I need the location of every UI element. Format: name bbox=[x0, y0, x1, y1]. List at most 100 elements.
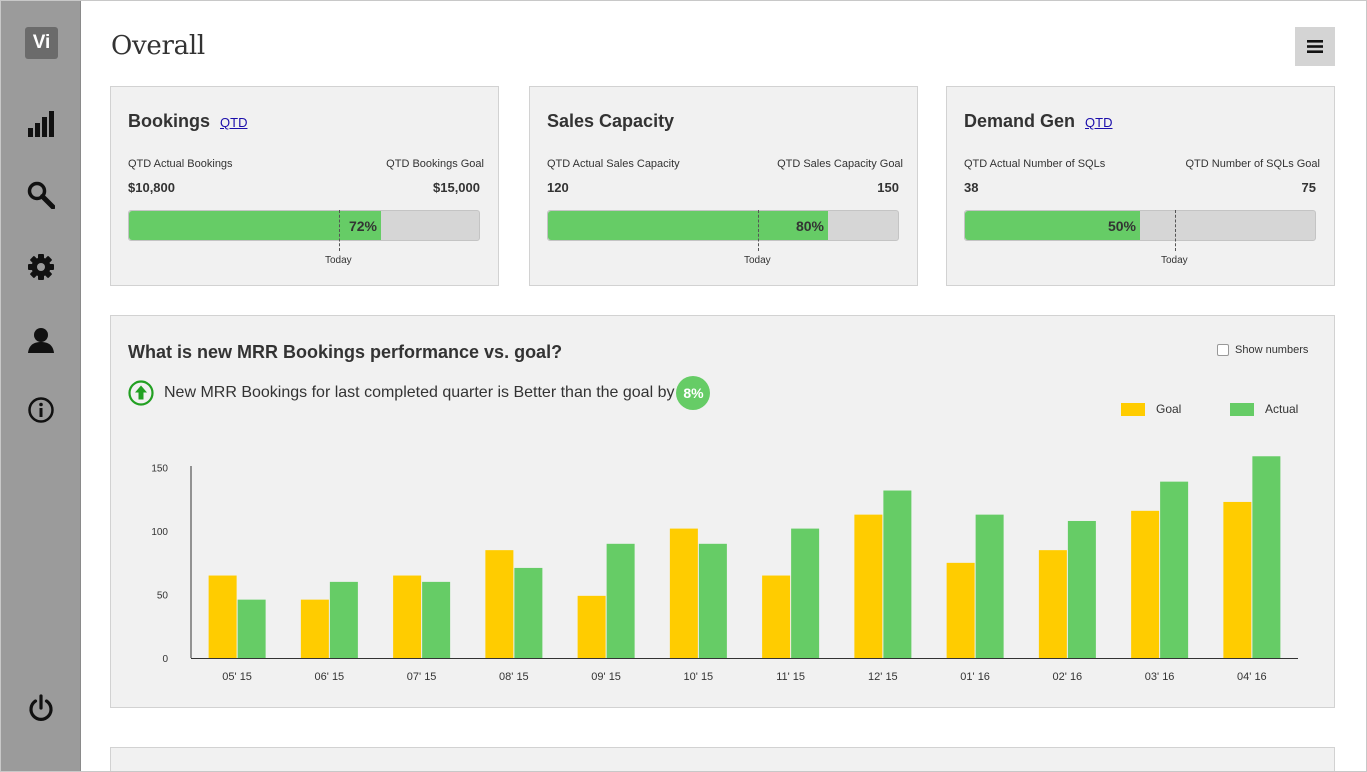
show-numbers-checkbox[interactable]: Show numbers bbox=[1217, 344, 1308, 356]
show-numbers-label: Show numbers bbox=[1235, 344, 1309, 356]
goal-value: 150 bbox=[877, 180, 899, 195]
goal-bar bbox=[854, 514, 883, 658]
legend-goal: Goal bbox=[1121, 402, 1181, 416]
goal-label: QTD Number of SQLs Goal bbox=[1185, 158, 1321, 170]
power-icon[interactable] bbox=[25, 692, 57, 724]
today-label: Today bbox=[325, 255, 352, 266]
card-title: Bookings bbox=[128, 111, 211, 131]
progress-fill bbox=[548, 211, 828, 240]
goal-bar bbox=[485, 550, 514, 658]
progress-bar: 80% bbox=[547, 210, 899, 241]
goal-value: $15,000 bbox=[433, 180, 480, 195]
y-tick-label: 100 bbox=[151, 527, 168, 538]
card-title: Demand Gen bbox=[964, 111, 1076, 131]
y-tick-label: 150 bbox=[151, 464, 168, 475]
legend-actual: Actual bbox=[1230, 402, 1298, 416]
actual-label: QTD Actual Sales Capacity bbox=[547, 158, 680, 170]
card-title: Sales Capacity bbox=[547, 111, 675, 131]
x-tick-label: 09' 15 bbox=[591, 671, 621, 683]
today-marker bbox=[758, 210, 759, 251]
actual-label: QTD Actual Number of SQLs bbox=[964, 158, 1106, 170]
insight-badge: 8% bbox=[676, 376, 711, 410]
chart-title: What is new MRR Bookings performance vs.… bbox=[128, 342, 563, 362]
arrow-up-circle-icon bbox=[128, 380, 154, 406]
today-marker bbox=[339, 210, 340, 251]
insight-text: New MRR Bookings for last completed quar… bbox=[164, 384, 675, 401]
goal-bar bbox=[1131, 510, 1160, 658]
actual-bar bbox=[975, 514, 1004, 658]
y-tick-label: 50 bbox=[157, 591, 169, 602]
x-tick-label: 06' 15 bbox=[315, 671, 345, 683]
x-tick-label: 12' 15 bbox=[868, 671, 898, 683]
insight-row: New MRR Bookings for last completed quar… bbox=[128, 376, 711, 410]
today-label: Today bbox=[1161, 255, 1188, 266]
actual-bar bbox=[883, 490, 912, 658]
x-tick-label: 01' 16 bbox=[960, 671, 990, 683]
bookings-card: Bookings QTD QTD Actual Bookings QTD Book… bbox=[110, 86, 499, 286]
x-tick-label: 10' 15 bbox=[684, 671, 714, 683]
next-panel bbox=[110, 747, 1335, 771]
actual-value: 38 bbox=[964, 180, 979, 195]
progress-fill bbox=[129, 211, 381, 240]
goal-bar bbox=[1223, 501, 1252, 658]
goal-bar bbox=[577, 595, 606, 658]
actual-value: $10,800 bbox=[128, 180, 175, 195]
qtd-link[interactable]: QTD bbox=[1085, 115, 1112, 130]
actual-bar bbox=[514, 567, 543, 658]
page-title: Overall bbox=[111, 31, 205, 61]
goal-bar bbox=[1038, 550, 1067, 658]
actual-bar bbox=[237, 599, 266, 658]
actual-bar bbox=[422, 581, 451, 658]
x-tick-label: 07' 15 bbox=[407, 671, 437, 683]
actual-bar bbox=[1067, 520, 1096, 658]
goal-bar bbox=[393, 575, 422, 658]
goal-label: QTD Bookings Goal bbox=[386, 158, 484, 170]
progress-percent: 72% bbox=[348, 218, 377, 234]
progress-percent: 80% bbox=[795, 218, 824, 234]
x-tick-label: 05' 15 bbox=[222, 671, 252, 683]
goal-bar bbox=[208, 575, 237, 658]
actual-bar bbox=[791, 528, 820, 658]
progress-bar: 72% bbox=[128, 210, 480, 241]
user-icon[interactable] bbox=[25, 324, 57, 356]
goal-bar bbox=[946, 562, 975, 658]
qtd-link[interactable]: QTD bbox=[220, 115, 247, 130]
demand-gen-card: Demand Gen QTD QTD Actual Number of SQLs … bbox=[946, 86, 1335, 286]
gear-icon[interactable] bbox=[25, 251, 57, 283]
legend-goal-swatch bbox=[1121, 402, 1145, 416]
progress-percent: 50% bbox=[1107, 218, 1136, 234]
actual-bar bbox=[1160, 481, 1189, 658]
actual-value: 120 bbox=[547, 180, 569, 195]
sidebar: Vi bbox=[1, 1, 81, 771]
checkbox-box[interactable] bbox=[1217, 344, 1229, 356]
goal-value: 75 bbox=[1301, 180, 1316, 195]
x-tick-label: 02' 16 bbox=[1053, 671, 1083, 683]
main-content: Overall Bookings QTD QTD Actual Bookings … bbox=[81, 1, 1366, 771]
goal-bar bbox=[762, 575, 791, 658]
legend-actual-label: Actual bbox=[1265, 402, 1299, 416]
y-tick-label: 0 bbox=[162, 654, 168, 665]
actual-bar bbox=[606, 543, 635, 658]
info-icon[interactable] bbox=[25, 394, 57, 426]
bar-chart: 0 50 100 150 05' 15 06' 15 07' 15 08' 15 09' 15 1… bbox=[151, 456, 1298, 683]
app-window: Vi Overall Bookings QTD QTD Actual Booki… bbox=[0, 0, 1367, 772]
legend-goal-label: Goal bbox=[1156, 402, 1182, 416]
goal-bar bbox=[669, 528, 698, 658]
hamburger-menu-icon[interactable] bbox=[1295, 27, 1335, 66]
sales-capacity-card: Sales Capacity QTD Actual Sales Capacity… bbox=[529, 86, 918, 286]
legend-actual-swatch bbox=[1230, 402, 1254, 416]
actual-label: QTD Actual Bookings bbox=[128, 158, 233, 170]
x-tick-label: 04' 16 bbox=[1237, 671, 1267, 683]
goal-label: QTD Sales Capacity Goal bbox=[777, 158, 903, 170]
bar-chart-icon[interactable] bbox=[25, 108, 57, 140]
app-logo[interactable]: Vi bbox=[25, 27, 58, 59]
actual-bar bbox=[1252, 456, 1281, 658]
today-marker bbox=[1175, 210, 1176, 251]
today-label: Today bbox=[744, 255, 771, 266]
goal-bar bbox=[300, 599, 329, 658]
mrr-performance-panel: 0 50 100 150 05' 15 06' 15 07' 15 08' 15 09' 15 1… bbox=[110, 315, 1335, 708]
progress-bar: 50% bbox=[964, 210, 1316, 241]
actual-bar bbox=[329, 581, 358, 658]
search-icon[interactable] bbox=[25, 179, 57, 211]
x-tick-label: 03' 16 bbox=[1145, 671, 1175, 683]
